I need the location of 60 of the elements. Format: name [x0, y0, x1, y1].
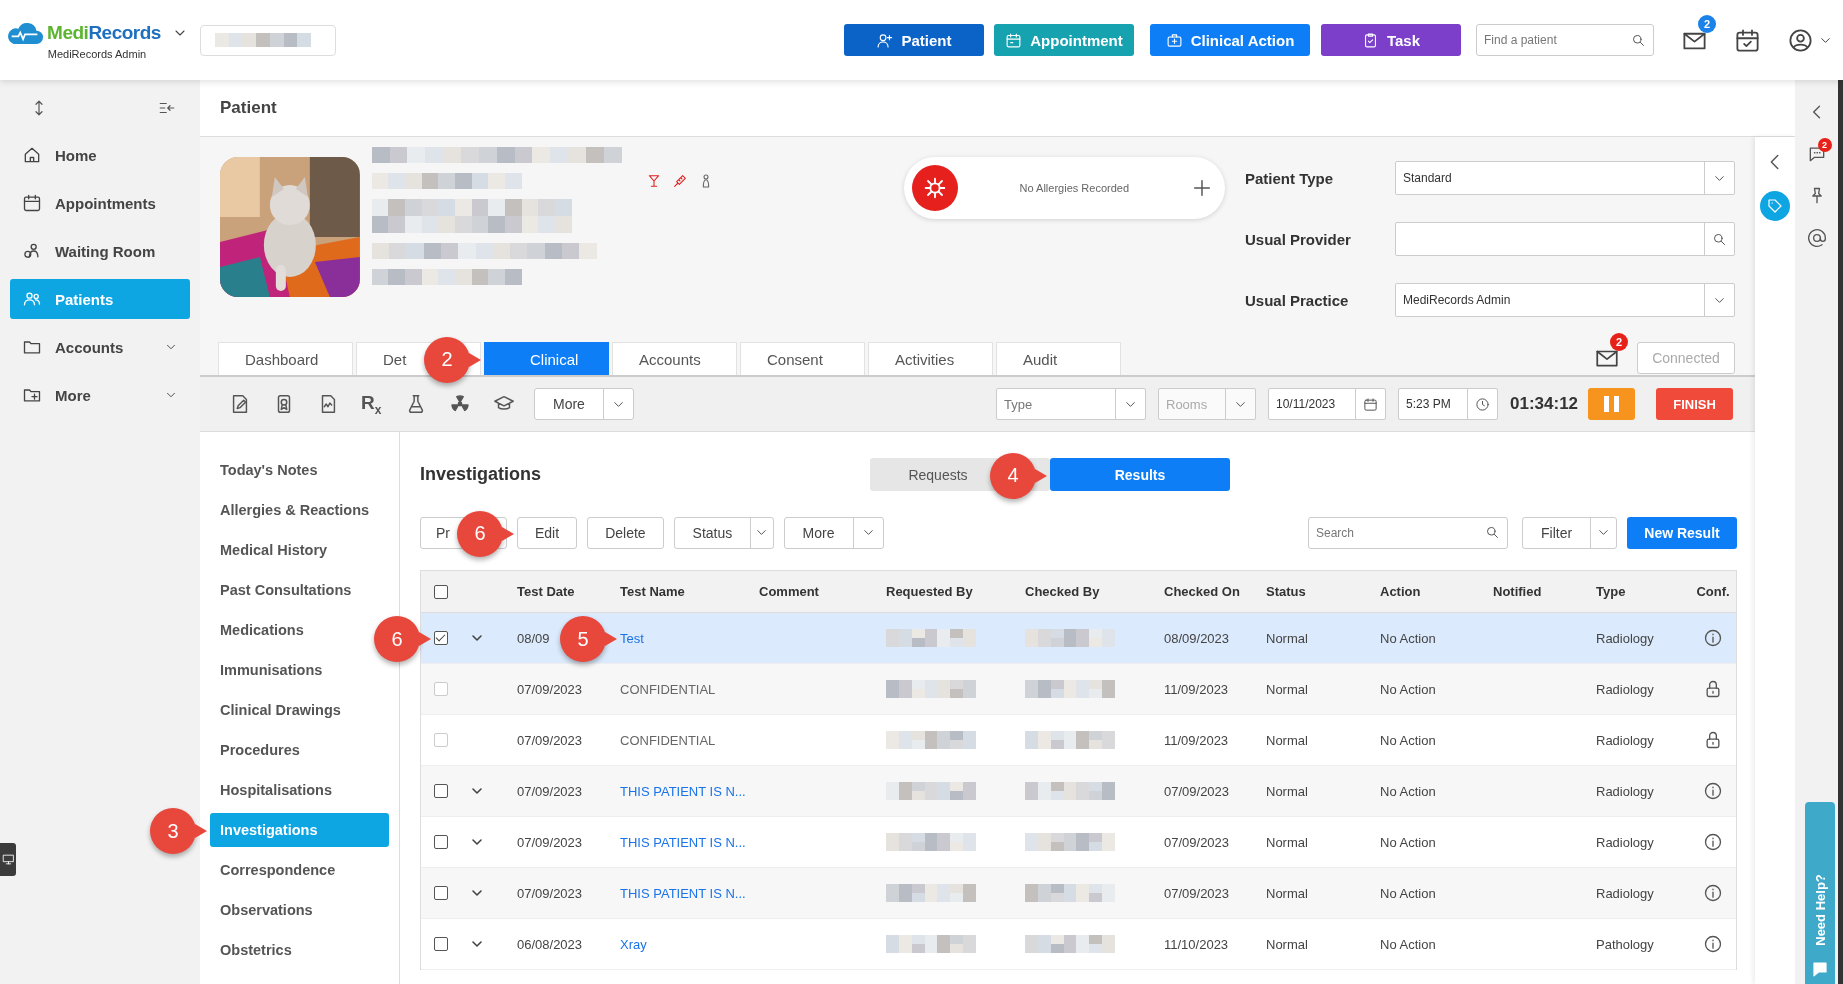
column-header: Checked By [1025, 584, 1100, 599]
column-header: Notified [1493, 584, 1542, 599]
table-cell: No Action [1380, 936, 1436, 952]
column-header: Comment [759, 584, 819, 599]
table-cell: 07/09/2023 [1164, 885, 1230, 901]
table-cell: Normal [1266, 834, 1308, 850]
column-header: Requested By [886, 584, 973, 599]
field-label: Usual Practice [1245, 291, 1350, 309]
table-cell: No Action [1380, 681, 1436, 697]
column-header: Status [1266, 584, 1306, 599]
table-cell: Normal [1266, 936, 1308, 952]
table-cell: 06/08/2023 [517, 936, 583, 952]
table-cell: CONFIDENTIAL [620, 681, 716, 697]
table-cell: No Action [1380, 834, 1436, 850]
table-cell: 08/09/2023 [1164, 630, 1230, 646]
table-cell: Radiology [1596, 885, 1654, 901]
notification-count: 2 [1610, 333, 1628, 351]
allergy-status: No Allergies Recorded [1018, 182, 1131, 194]
brand-name: MediRecords [47, 22, 161, 44]
table-cell: Pathology [1596, 936, 1654, 952]
column-header: Type [1596, 584, 1626, 599]
table-cell: No Action [1380, 732, 1436, 748]
table-cell: Normal [1266, 630, 1308, 646]
table-cell: 08/09 [517, 630, 550, 646]
table-cell: Normal [1266, 681, 1308, 697]
notification-count: 2 [1698, 14, 1716, 33]
table-cell: Radiology [1596, 732, 1654, 748]
timer-text: 01:34:12 [1510, 394, 1580, 414]
table-cell: 07/09/2023 [517, 834, 583, 850]
table-cell: No Action [1380, 630, 1436, 646]
table-cell: 07/09/2023 [1164, 834, 1230, 850]
column-header: Test Name [620, 584, 685, 599]
table-cell: 07/09/2023 [517, 732, 583, 748]
table-cell: Radiology [1596, 783, 1654, 799]
field-label: Usual Provider [1245, 230, 1352, 248]
table-cell: Normal [1266, 885, 1308, 901]
table-cell: 07/09/2023 [517, 885, 583, 901]
table-cell: No Action [1380, 783, 1436, 799]
notification-count: 2 [1817, 138, 1832, 152]
table-cell: No Action [1380, 885, 1436, 901]
page-title: Patient [220, 98, 277, 118]
column-header: Action [1380, 584, 1421, 599]
brand-subtitle: MediRecords Admin [47, 47, 147, 60]
table-cell: Normal [1266, 732, 1308, 748]
table-cell: 07/09/2023 [517, 783, 583, 799]
column-header: Conf. [1696, 584, 1730, 599]
section-title: Investigations [420, 464, 543, 485]
table-cell: 11/10/2023 [1164, 936, 1229, 952]
column-header: Test Date [517, 584, 575, 599]
table-cell: 07/09/2023 [1164, 783, 1230, 799]
column-header: Checked On [1164, 584, 1240, 599]
table-cell: Radiology [1596, 681, 1654, 697]
table-cell: Radiology [1596, 630, 1654, 646]
table-cell: 07/09/2023 [517, 681, 583, 697]
field-label: Patient Type [1245, 169, 1335, 187]
table-cell: Normal [1266, 783, 1308, 799]
table-cell: Radiology [1596, 834, 1654, 850]
table-cell: 11/09/2023 [1164, 681, 1229, 697]
table-cell: 11/09/2023 [1164, 732, 1229, 748]
table-cell: CONFIDENTIAL [620, 732, 716, 748]
